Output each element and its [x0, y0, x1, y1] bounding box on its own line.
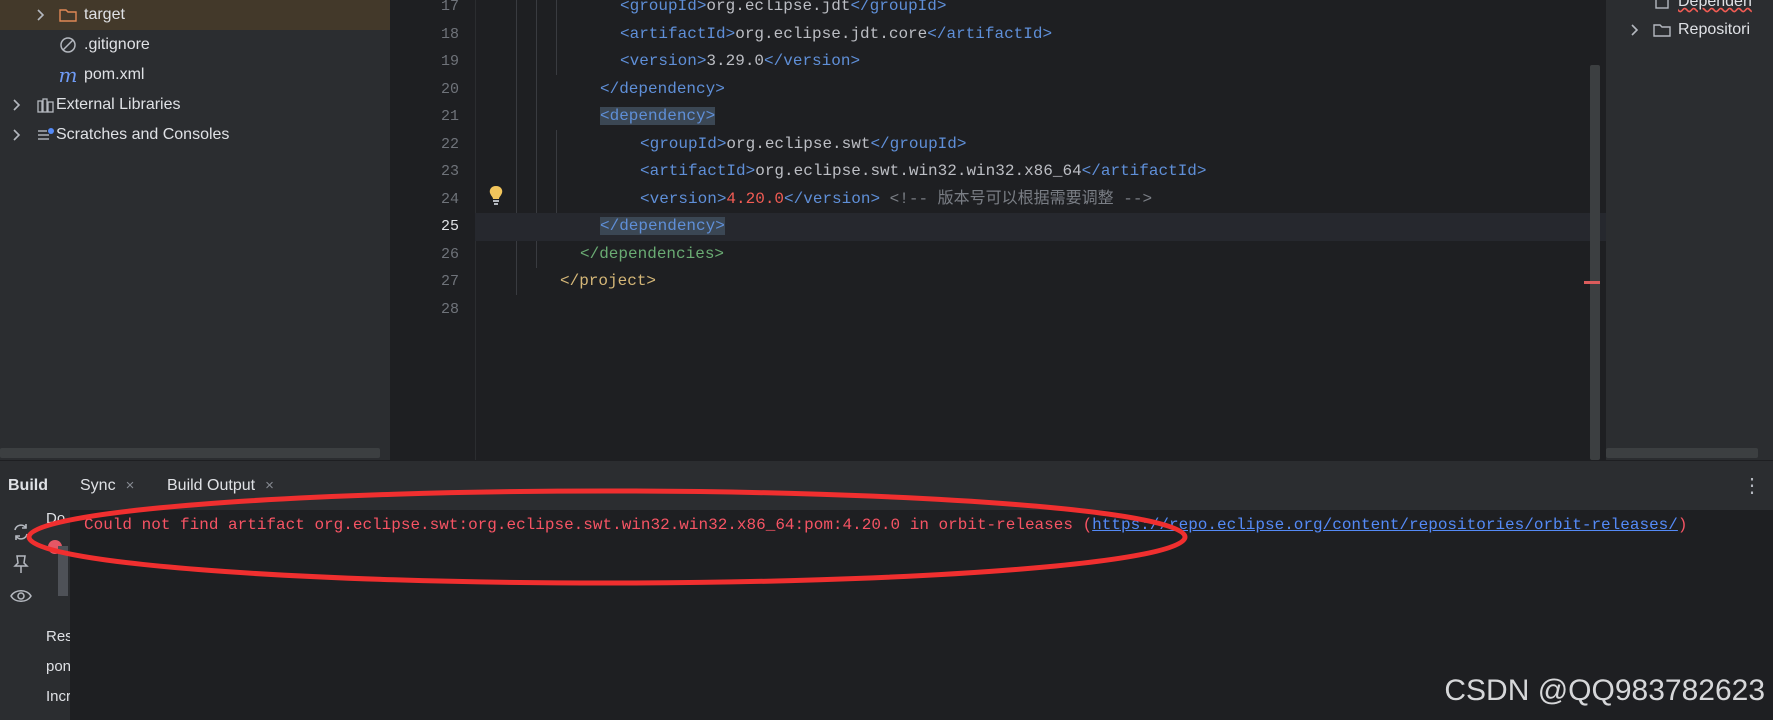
line-number: 23 [440, 163, 459, 180]
code-line-18[interactable]: <artifactId>org.eclipse.jdt.core</artifa… [475, 21, 1606, 49]
tree-item-gitignore[interactable]: .gitignore [0, 30, 150, 60]
line-number: 21 [440, 108, 459, 125]
project-tree-pane: target .gitignore m pom.xml External Lib… [0, 0, 390, 460]
line-number: 18 [440, 25, 459, 43]
horizontal-scrollbar[interactable] [0, 448, 380, 458]
maven-file-icon: m [58, 63, 78, 87]
code-line-24[interactable]: <version>4.20.0</version> <!-- 版本号可以根据需要… [475, 186, 1606, 214]
tree-item-label: External Libraries [56, 96, 181, 113]
line-number: 24 [440, 190, 459, 208]
chevron-right-icon[interactable] [10, 98, 24, 112]
chevron-right-icon[interactable] [1628, 23, 1642, 37]
more-options-icon[interactable]: ⋮ [1742, 461, 1762, 511]
code-line-26[interactable]: </dependencies> [475, 241, 1606, 269]
ignored-file-icon [58, 35, 78, 55]
watermark: CSDN @QQ983782623 [1444, 674, 1765, 707]
tree-item-scratches-and-consoles[interactable]: Scratches and Consoles [0, 120, 229, 150]
repositories-icon [1652, 20, 1672, 40]
tree-item-target[interactable]: target [0, 0, 390, 30]
folder-icon [58, 5, 78, 25]
dependencies-icon [1652, 0, 1672, 12]
annotation-ellipse [26, 488, 1188, 586]
code-line-23[interactable]: <artifactId>org.eclipse.swt.win32.win32.… [475, 158, 1606, 186]
line-number: 17 [440, 0, 459, 15]
maven-item-repositories[interactable]: Repositori [1631, 15, 1750, 45]
tree-item-label: .gitignore [84, 36, 150, 53]
build-tree-item[interactable]: pon [46, 658, 70, 675]
scratches-icon [36, 125, 56, 145]
maven-tool-pane: Dependen Repositori [1606, 0, 1773, 460]
line-number: 26 [440, 245, 459, 263]
code-line-19[interactable]: <version>3.29.0</version> [475, 48, 1606, 76]
error-stripe-marker[interactable] [1584, 281, 1600, 284]
code-line-20[interactable]: </dependency> [475, 76, 1606, 104]
code-line-27[interactable]: </project> [475, 268, 1606, 296]
line-number: 27 [440, 273, 459, 290]
tree-item-pom-xml[interactable]: m pom.xml [0, 60, 145, 90]
line-number: 22 [440, 135, 459, 153]
tree-item-label: Scratches and Consoles [56, 126, 230, 143]
line-number: 20 [440, 80, 459, 98]
code-line-22[interactable]: <groupId>org.eclipse.swt</groupId> [475, 131, 1606, 159]
code-line-21[interactable]: <dependency> [475, 103, 1606, 131]
code-line-25[interactable]: </dependency> [475, 213, 1606, 241]
tree-item-external-libraries[interactable]: External Libraries [0, 90, 181, 120]
library-icon [36, 95, 56, 115]
chevron-right-icon[interactable] [34, 8, 48, 22]
horizontal-scrollbar[interactable] [1606, 448, 1758, 458]
build-tree-item[interactable]: Res [46, 628, 70, 645]
code-editor[interactable]: 17 18 19 20 21 22 23 24 25 26 27 28 <gro… [391, 0, 1606, 460]
line-number-current: 25 [440, 218, 459, 235]
line-number-gutter: 17 18 19 20 21 22 23 24 25 26 27 28 [391, 0, 475, 460]
chevron-right-icon[interactable] [10, 128, 24, 142]
build-tree-item[interactable]: Incr [46, 688, 70, 705]
lightbulb-icon[interactable] [487, 184, 505, 206]
tree-item-label: target [84, 6, 125, 23]
vertical-scrollbar[interactable] [1590, 65, 1600, 460]
line-number: 28 [440, 300, 459, 318]
code-line-17[interactable]: <groupId>org.eclipse.jdt</groupId> [475, 0, 1606, 21]
tree-item-label: pom.xml [84, 66, 145, 83]
line-number: 19 [440, 53, 459, 70]
